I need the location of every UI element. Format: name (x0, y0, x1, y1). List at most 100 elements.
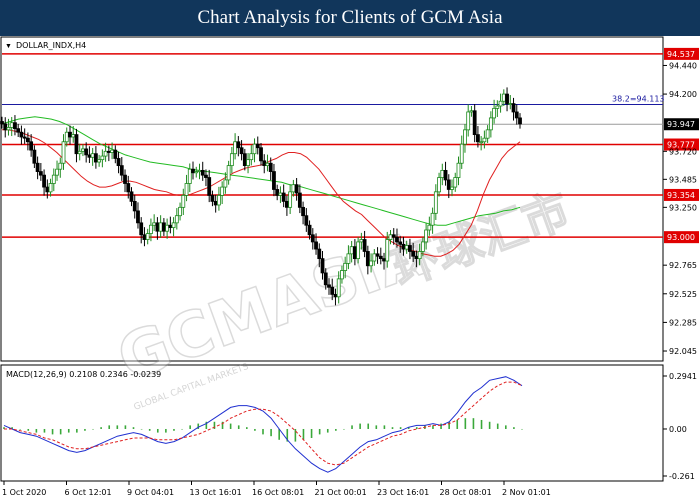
macd-histogram-bar (472, 418, 475, 429)
candle-body (100, 155, 105, 161)
macd-histogram-bar (189, 425, 191, 429)
candle-body (181, 195, 186, 208)
time-tick-label: 6 Oct 12:01 (65, 488, 112, 497)
candle-body (197, 169, 202, 172)
candle-body (191, 168, 195, 174)
candle-body (301, 206, 305, 217)
candle-body (333, 293, 338, 298)
macd-histogram-bar (76, 428, 78, 433)
candle-body (488, 117, 493, 131)
candle-body (236, 141, 241, 149)
time-tick-label: 28 Oct 08:01 (440, 488, 492, 497)
candle-body (171, 222, 176, 229)
macd-histogram-bar (132, 427, 135, 429)
candle-body (437, 177, 441, 193)
candle-body (330, 286, 335, 295)
time-tick-label: 1 Oct 2020 (2, 488, 46, 497)
candle-body (327, 284, 331, 288)
candle-body (352, 246, 357, 260)
price-tick-label: 93.250 (669, 203, 697, 212)
macd-histogram-bar (254, 428, 256, 431)
time-tick-label: 16 Oct 08:01 (252, 488, 304, 497)
candle-body (165, 224, 170, 232)
time-tick-label: 21 Oct 00:01 (315, 488, 367, 497)
candle-body (427, 224, 432, 231)
candle-body (0, 121, 4, 125)
candle-body (103, 150, 108, 157)
candle-body (314, 241, 318, 250)
price-tick-label: 92.525 (669, 290, 697, 299)
candle-body (388, 234, 393, 240)
candle-body (220, 186, 225, 196)
macd-tick-label: 0.2941 (669, 372, 697, 381)
macd-histogram-bar (399, 427, 402, 429)
candle-body (71, 134, 76, 138)
price-tick-label: 93.720 (669, 147, 697, 156)
candle-body (81, 148, 85, 152)
candle-body (340, 270, 344, 280)
level-tag-label: 93.000 (667, 233, 695, 242)
candle-body (317, 248, 322, 260)
candle-body (401, 243, 406, 250)
candle-body (64, 131, 69, 143)
candle-body (3, 123, 8, 131)
candle-body (411, 251, 416, 257)
candle-body (252, 143, 257, 155)
macd-histogram-bar (310, 428, 313, 438)
candle-body (35, 162, 40, 172)
time-tick-label: 13 Oct 16:01 (190, 488, 242, 497)
candle-body (485, 129, 490, 139)
candle-body (223, 179, 228, 188)
candle-body (45, 186, 50, 193)
candle-body (158, 222, 163, 232)
candle-body (268, 162, 273, 172)
candle-body (204, 174, 208, 178)
candle-body (132, 200, 137, 212)
candle-body (372, 253, 377, 262)
macd-histogram-bar (92, 428, 94, 430)
macd-histogram-bar (116, 425, 119, 429)
candle-body (51, 174, 56, 184)
macd-histogram-bar (432, 425, 434, 429)
candle-body (433, 191, 438, 214)
candle-body (420, 241, 425, 252)
candle-body (281, 192, 286, 202)
candle-body (48, 183, 53, 193)
macd-histogram-bar (359, 423, 361, 429)
candle-body (336, 278, 341, 298)
macd-histogram-bar (246, 427, 248, 429)
macd-histogram-bar (391, 427, 394, 429)
candle-body (408, 245, 412, 252)
candle-body (511, 103, 516, 113)
macd-histogram-bar (148, 428, 151, 431)
candle-body (430, 212, 435, 226)
candle-body (272, 171, 276, 190)
macd-histogram-bar (326, 428, 329, 433)
candle-body (149, 224, 153, 234)
candle-body (369, 260, 373, 267)
macd-histogram-bar (237, 425, 240, 429)
macd-histogram-bar (51, 428, 54, 435)
macd-histogram-bar (165, 428, 167, 433)
candle-body (116, 158, 121, 167)
macd-histogram-bar (84, 428, 86, 431)
macd-histogram-bar (440, 423, 442, 429)
candle-body (242, 153, 247, 167)
candle-body (469, 110, 474, 113)
price-tick-label: 92.045 (669, 347, 697, 356)
candle-body (466, 111, 471, 131)
candle-body (514, 111, 519, 119)
candle-body (453, 177, 458, 188)
candle-body (262, 160, 267, 167)
macd-histogram-bar (181, 428, 183, 430)
macd-histogram-bar (505, 425, 507, 429)
candle-body (291, 184, 296, 193)
candle-body (307, 224, 312, 236)
macd-histogram-bar (43, 428, 46, 433)
candle-body (229, 153, 234, 167)
candle-body (297, 192, 302, 208)
candle-body (346, 253, 351, 264)
candle-body (482, 137, 487, 143)
macd-histogram-bar (521, 428, 523, 430)
time-tick-label: 2 Nov 01:01 (502, 488, 551, 497)
